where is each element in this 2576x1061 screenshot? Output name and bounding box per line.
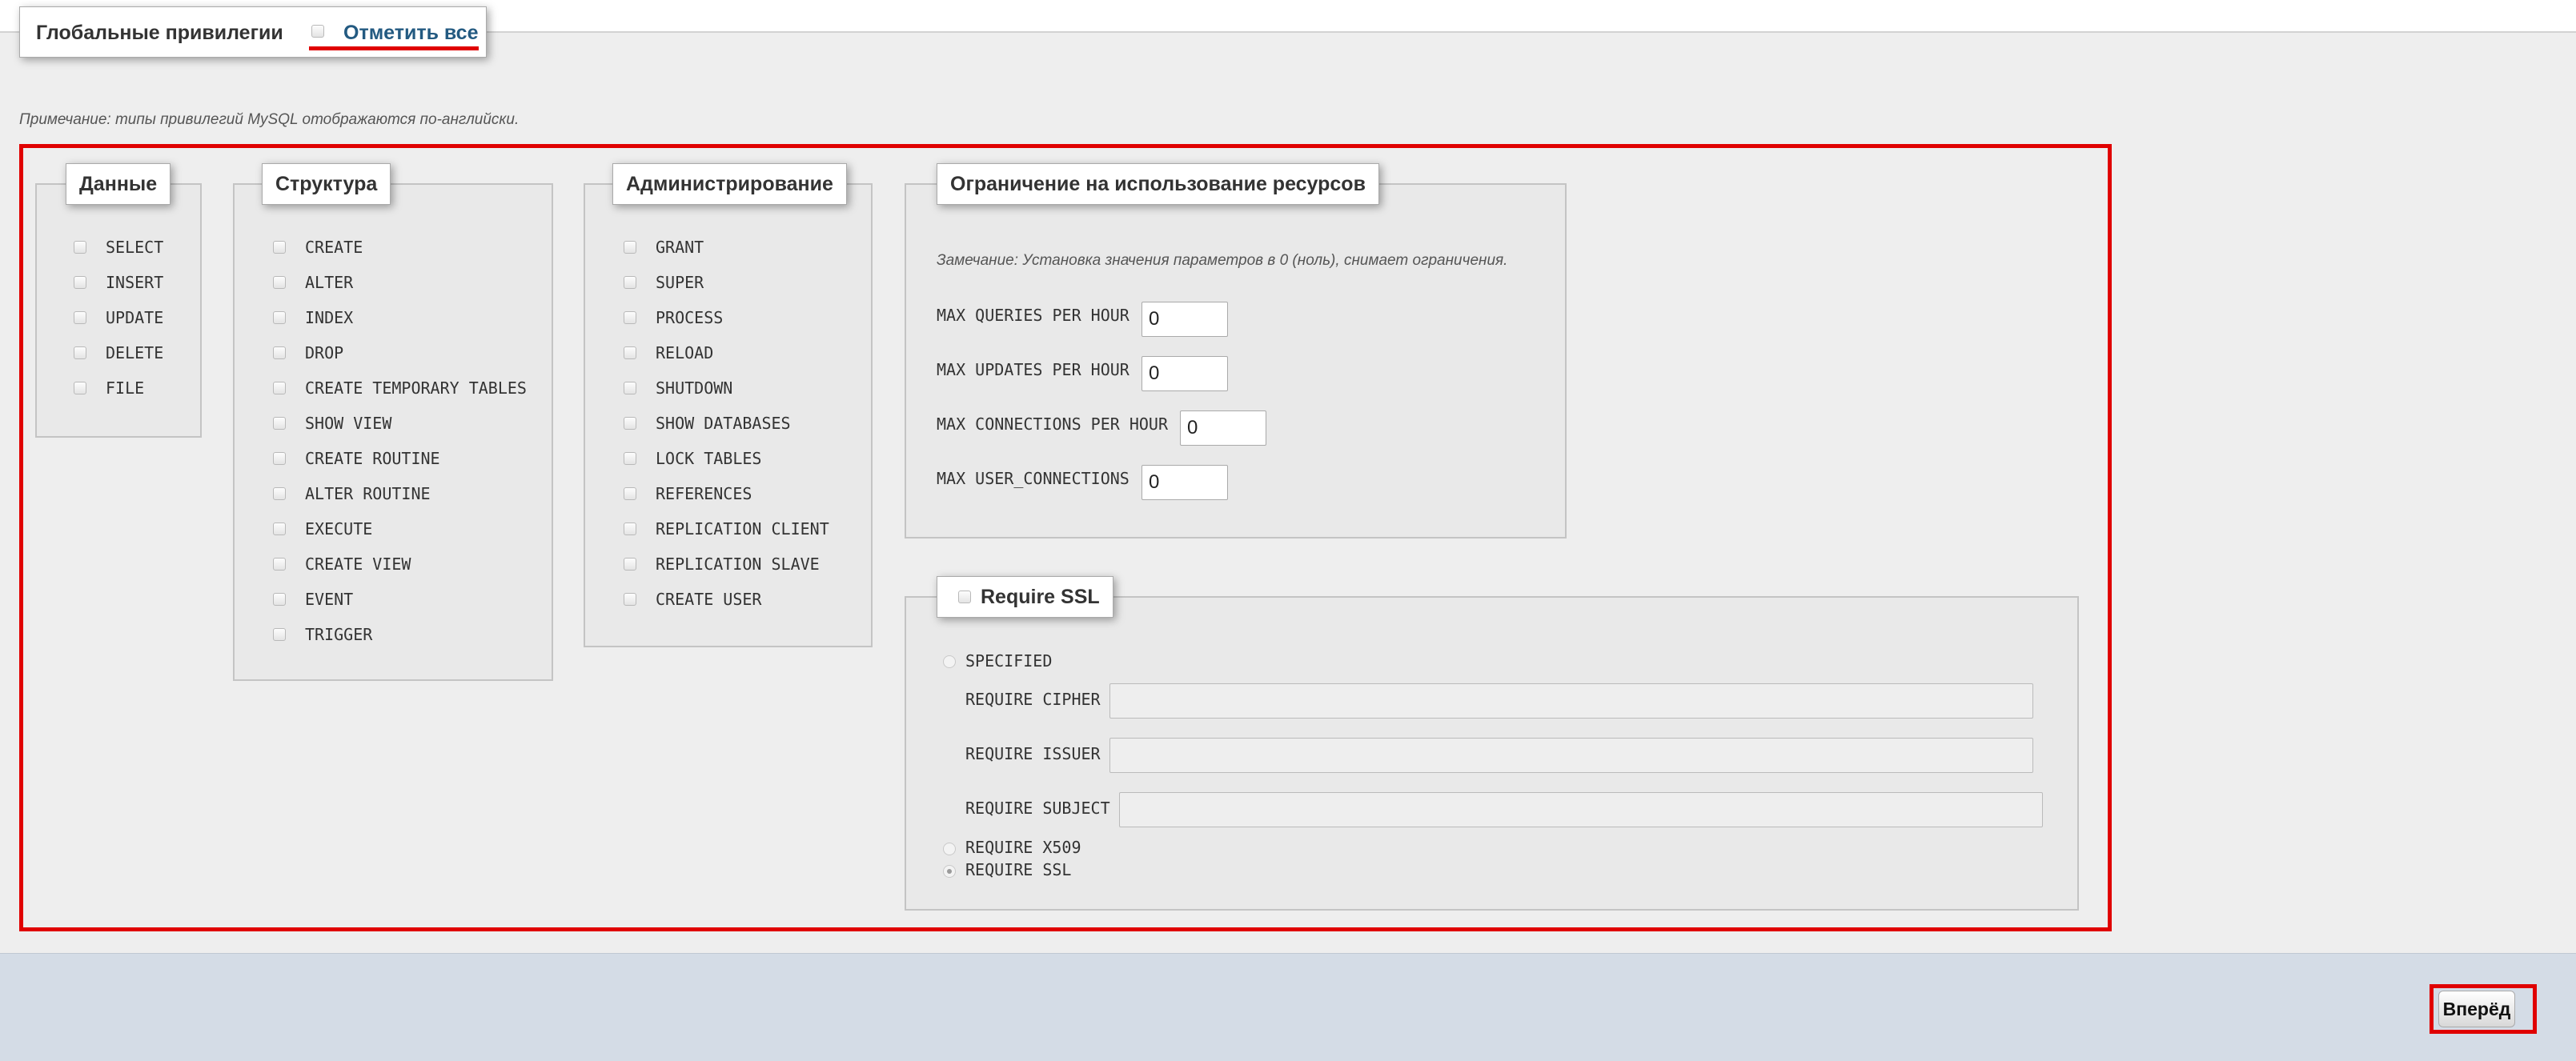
privilege-label: SELECT — [106, 238, 164, 257]
require-cipher-input[interactable] — [1109, 683, 2033, 719]
require-ssl-title-box: Require SSL — [937, 576, 1113, 618]
privilege-checkbox[interactable] — [74, 346, 86, 359]
require-ssl-group: SPECIFIED REQUIRE CIPHER REQUIRE ISSUER … — [905, 596, 2079, 911]
structure-group-title: Структура — [262, 163, 391, 205]
max-user-connections-label: MAX USER_CONNECTIONS — [937, 469, 1130, 488]
privilege-label: SHOW DATABASES — [656, 414, 791, 433]
privilege-checkbox[interactable] — [273, 593, 286, 606]
require-subject-input[interactable] — [1119, 792, 2043, 827]
privilege-checkbox[interactable] — [624, 346, 636, 359]
privilege-label: CREATE USER — [656, 590, 762, 609]
privilege-checkbox[interactable] — [74, 382, 86, 394]
data-group: SELECT INSERT UPDATE DELETE FILE — [35, 183, 202, 438]
require-ssl-title: Require SSL — [981, 586, 1100, 608]
privilege-checkbox[interactable] — [273, 487, 286, 500]
require-x509-label: REQUIRE X509 — [965, 838, 1081, 857]
privilege-checkbox[interactable] — [624, 276, 636, 289]
privilege-label: SHOW VIEW — [305, 414, 392, 433]
privilege-checkbox[interactable] — [624, 382, 636, 394]
privilege-checkbox[interactable] — [273, 311, 286, 324]
privilege-checkbox[interactable] — [624, 311, 636, 324]
privilege-checkbox[interactable] — [273, 346, 286, 359]
check-all-checkbox[interactable] — [311, 25, 324, 38]
max-updates-label: MAX UPDATES PER HOUR — [937, 360, 1130, 379]
go-button[interactable]: Вперёд — [2438, 991, 2515, 1027]
privilege-checkbox[interactable] — [273, 276, 286, 289]
privilege-checkbox[interactable] — [273, 452, 286, 465]
structure-group: CREATE ALTER INDEX DROP CREATE TEMPORARY… — [233, 183, 553, 681]
require-ssl-radio[interactable] — [943, 865, 956, 878]
max-user-connections-input[interactable]: 0 — [1142, 465, 1228, 500]
max-connections-label: MAX CONNECTIONS PER HOUR — [937, 414, 1168, 434]
global-privileges-title: Глобальные привилегии — [36, 22, 283, 44]
privilege-checkbox[interactable] — [74, 311, 86, 324]
require-subject-label: REQUIRE SUBJECT — [965, 799, 1110, 818]
resource-limits-note: Замечание: Установка значения параметров… — [937, 252, 1508, 269]
require-issuer-input[interactable] — [1109, 738, 2033, 773]
privilege-checkbox[interactable] — [273, 382, 286, 394]
privilege-label: ALTER — [305, 273, 354, 292]
max-queries-input[interactable]: 0 — [1142, 302, 1228, 337]
max-queries-label: MAX QUERIES PER HOUR — [937, 306, 1130, 325]
privilege-checkbox[interactable] — [624, 487, 636, 500]
privilege-label: INDEX — [305, 308, 354, 327]
privilege-label: ALTER ROUTINE — [305, 484, 431, 503]
privilege-label: SUPER — [656, 273, 704, 292]
privilege-label: REPLICATION CLIENT — [656, 519, 829, 539]
privilege-checkbox[interactable] — [74, 276, 86, 289]
require-x509-radio[interactable] — [943, 843, 956, 855]
privilege-label: RELOAD — [656, 343, 714, 362]
privilege-label: DELETE — [106, 343, 164, 362]
privilege-label: EVENT — [305, 590, 354, 609]
privilege-label: SHUTDOWN — [656, 378, 733, 398]
privilege-label: REPLICATION SLAVE — [656, 555, 820, 574]
privilege-label: UPDATE — [106, 308, 164, 327]
resource-limits-group: Замечание: Установка значения параметров… — [905, 183, 1567, 539]
privilege-label: CREATE VIEW — [305, 555, 411, 574]
max-updates-input[interactable]: 0 — [1142, 356, 1228, 391]
privilege-checkbox[interactable] — [273, 241, 286, 254]
privilege-checkbox[interactable] — [624, 522, 636, 535]
privilege-label: INSERT — [106, 273, 164, 292]
privilege-checkbox[interactable] — [624, 558, 636, 571]
administration-group-title: Администрирование — [612, 163, 847, 205]
check-all-highlight — [309, 46, 479, 50]
privilege-label: PROCESS — [656, 308, 724, 327]
require-issuer-label: REQUIRE ISSUER — [965, 744, 1101, 763]
privilege-checkbox[interactable] — [624, 452, 636, 465]
check-all-link[interactable]: Отметить все — [343, 22, 478, 45]
privilege-label: EXECUTE — [305, 519, 373, 539]
footer-bar — [0, 953, 2576, 1061]
privilege-checkbox[interactable] — [624, 417, 636, 430]
administration-group: GRANT SUPER PROCESS RELOAD SHUTDOWN SHOW… — [584, 183, 873, 647]
privileges-note: Примечание: типы привилегий MySQL отобра… — [19, 111, 520, 128]
privilege-label: TRIGGER — [305, 625, 373, 644]
data-group-title: Данные — [66, 163, 171, 205]
privilege-label: DROP — [305, 343, 344, 362]
resource-limits-title: Ограничение на использование ресурсов — [937, 163, 1379, 205]
privilege-checkbox[interactable] — [273, 522, 286, 535]
privilege-checkbox[interactable] — [273, 558, 286, 571]
privilege-checkbox[interactable] — [624, 241, 636, 254]
privilege-label: CREATE ROUTINE — [305, 449, 440, 468]
require-ssl-checkbox[interactable] — [958, 591, 971, 603]
require-ssl-option-label: REQUIRE SSL — [965, 860, 1072, 879]
privilege-label: LOCK TABLES — [656, 449, 762, 468]
max-connections-input[interactable]: 0 — [1180, 410, 1266, 446]
privilege-label: CREATE — [305, 238, 363, 257]
privilege-checkbox[interactable] — [624, 593, 636, 606]
specified-label: SPECIFIED — [965, 651, 1053, 671]
privilege-checkbox[interactable] — [74, 241, 86, 254]
privilege-label: GRANT — [656, 238, 704, 257]
require-cipher-label: REQUIRE CIPHER — [965, 690, 1101, 709]
privilege-label: FILE — [106, 378, 145, 398]
privilege-checkbox[interactable] — [273, 417, 286, 430]
privilege-label: REFERENCES — [656, 484, 752, 503]
specified-radio[interactable] — [943, 655, 956, 668]
privilege-checkbox[interactable] — [273, 628, 286, 641]
privilege-label: CREATE TEMPORARY TABLES — [305, 378, 527, 398]
